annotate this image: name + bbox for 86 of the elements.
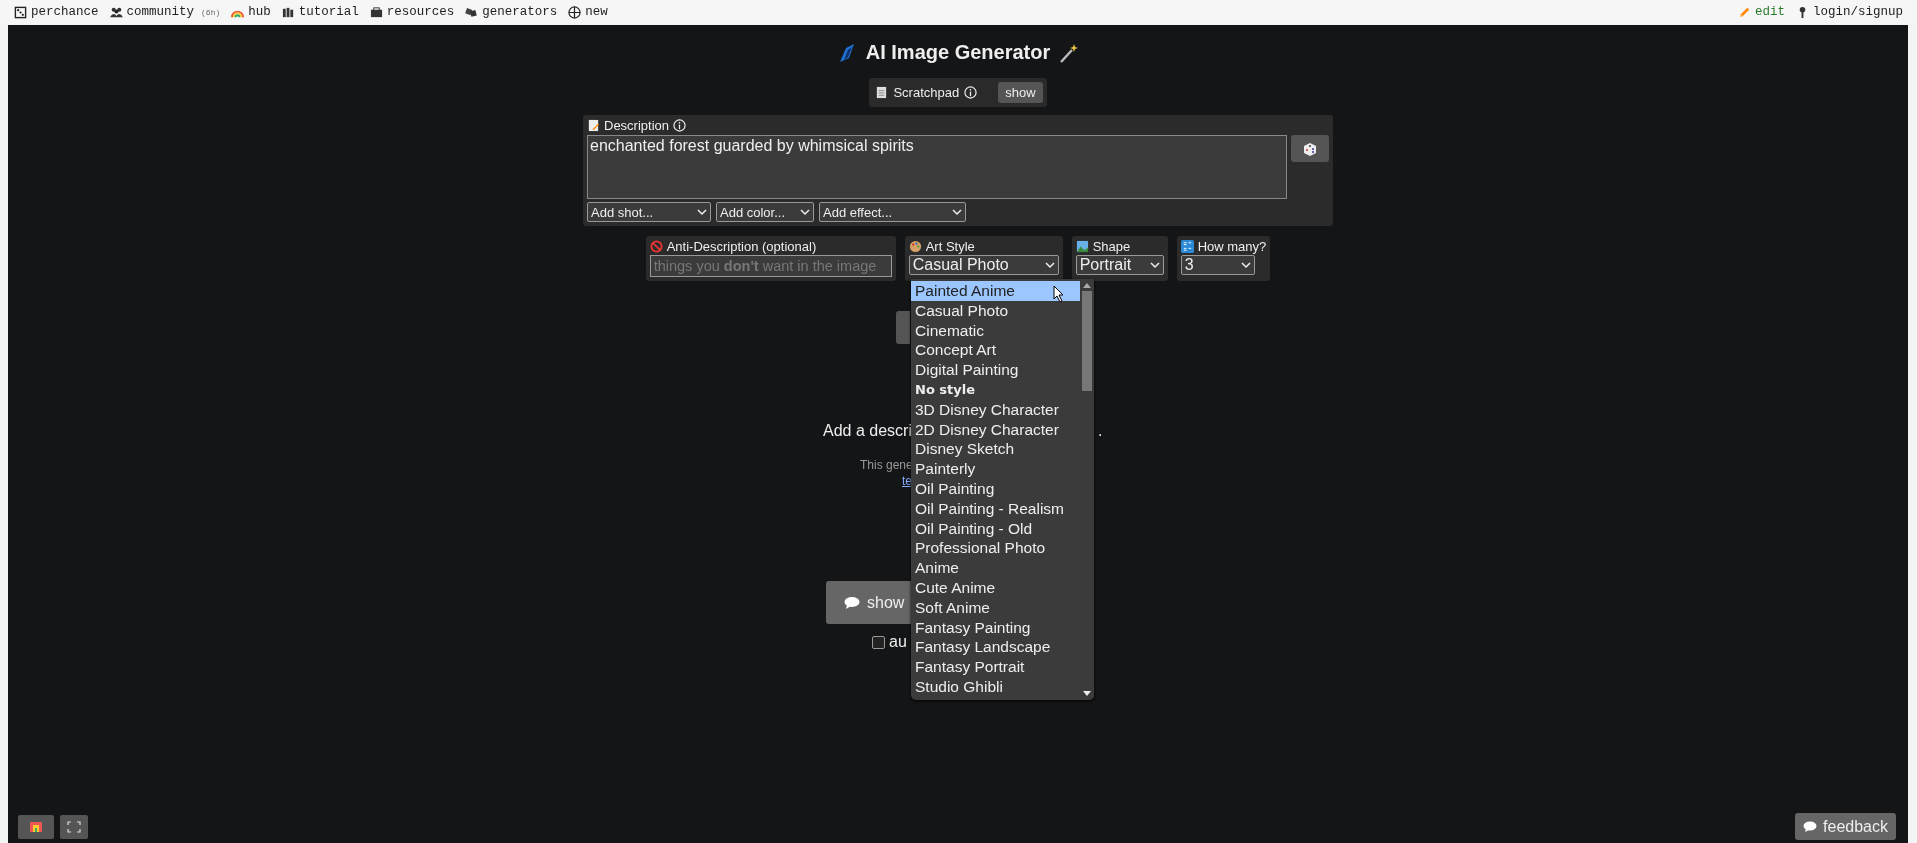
nav-link-icon bbox=[109, 5, 123, 19]
description-label: Description bbox=[604, 118, 670, 133]
list-option[interactable]: Digital Painting bbox=[911, 360, 1080, 380]
caret-icon bbox=[697, 208, 707, 216]
list-option[interactable]: Fantasy Portrait bbox=[911, 657, 1080, 677]
nav-link-icon bbox=[281, 5, 295, 19]
list-option[interactable]: Professional Photo bbox=[911, 538, 1080, 559]
scrollbar[interactable] bbox=[1080, 279, 1094, 700]
list-option[interactable]: Oil Painting bbox=[911, 478, 1080, 499]
scratchpad-label: Scratchpad bbox=[893, 85, 960, 100]
scroll-down-icon[interactable] bbox=[1083, 691, 1091, 697]
count-label: How many? bbox=[1197, 239, 1267, 254]
auto-label: au bbox=[889, 633, 907, 651]
note-link[interactable]: te bbox=[902, 474, 912, 488]
caret-icon bbox=[952, 208, 962, 216]
palette-icon bbox=[908, 240, 922, 253]
prompt-text: Add a descri bbox=[823, 422, 912, 440]
list-option[interactable]: Studio Ghibli bbox=[911, 676, 1080, 697]
list-option[interactable]: Fantasy Painting bbox=[911, 617, 1080, 638]
list-option[interactable]: Oil Painting - Old bbox=[911, 518, 1080, 539]
cursor-icon bbox=[1053, 285, 1065, 303]
list-option[interactable]: Concept Art bbox=[911, 340, 1080, 361]
list-option[interactable]: Cute Anime bbox=[911, 577, 1080, 598]
nav-link[interactable]: perchance bbox=[14, 5, 99, 19]
list-option[interactable]: 2D Disney Character bbox=[911, 419, 1080, 440]
caret-icon bbox=[1240, 261, 1251, 269]
caret-icon bbox=[800, 208, 810, 216]
list-heading[interactable]: No style bbox=[911, 380, 1080, 400]
memo-icon bbox=[587, 119, 600, 132]
nav-link[interactable]: resources bbox=[369, 5, 455, 19]
nav-link[interactable]: generators bbox=[465, 5, 558, 19]
nav-link-icon bbox=[568, 5, 582, 19]
art-style-label: Art Style bbox=[925, 239, 975, 254]
list-option[interactable]: Casual Photo bbox=[911, 300, 1080, 321]
art-style-dropdown[interactable]: Casual Photo bbox=[908, 255, 1059, 275]
nav-link-icon bbox=[369, 5, 383, 19]
rainbow-icon bbox=[29, 820, 43, 833]
gallery-button[interactable] bbox=[18, 814, 54, 839]
info-icon[interactable] bbox=[673, 119, 687, 132]
fullscreen-icon bbox=[67, 820, 81, 833]
activity-time-label: (6h) bbox=[201, 7, 221, 17]
shape-label: Shape bbox=[1092, 239, 1131, 254]
shape-dropdown[interactable]: Portrait bbox=[1075, 255, 1164, 275]
list-option[interactable]: Anime bbox=[911, 558, 1080, 578]
list-option[interactable]: Painted Anime bbox=[911, 281, 1080, 301]
nav-link[interactable]: tutorial bbox=[281, 5, 359, 19]
dropdown[interactable]: Add shot... bbox=[587, 202, 711, 222]
scrollbar-thumb[interactable] bbox=[1082, 291, 1092, 391]
count-dropdown[interactable]: 3 bbox=[1180, 255, 1255, 275]
dice-icon bbox=[1302, 140, 1318, 157]
info-icon[interactable] bbox=[964, 86, 978, 99]
landscape-icon bbox=[1075, 240, 1089, 253]
caret-icon bbox=[1044, 261, 1055, 269]
nav-link-icon bbox=[14, 5, 27, 19]
show-button[interactable]: show bbox=[998, 82, 1043, 103]
pencil-icon bbox=[1737, 5, 1751, 19]
show-comments-button[interactable]: show bbox=[826, 581, 911, 624]
list-option[interactable]: 3D Disney Character bbox=[911, 399, 1080, 420]
nav-link[interactable]: new bbox=[568, 5, 608, 19]
notepad-icon bbox=[875, 86, 889, 99]
speech-bubble-icon bbox=[1803, 821, 1818, 832]
list-option[interactable]: Disney Sketch bbox=[911, 439, 1080, 460]
anti-description-label: Anti-Description (optional) bbox=[666, 239, 817, 254]
list-option[interactable]: Cinematic bbox=[911, 320, 1080, 341]
list-option[interactable]: Painterly bbox=[911, 459, 1080, 479]
nav-link[interactable]: community (6h) bbox=[109, 5, 221, 19]
speech-bubble-icon bbox=[844, 596, 860, 609]
list-option[interactable]: Soft Anime bbox=[911, 597, 1080, 618]
list-option[interactable]: Oil Painting - Realism bbox=[911, 498, 1080, 519]
prompt-text: . bbox=[1098, 422, 1103, 440]
nav-link-icon bbox=[465, 5, 479, 19]
random-button[interactable] bbox=[1291, 135, 1329, 162]
page-title: AI Image Generator bbox=[865, 41, 1051, 64]
nav-link[interactable]: hub bbox=[231, 5, 271, 19]
prohibited-icon bbox=[649, 240, 663, 253]
caret-icon bbox=[1149, 261, 1160, 269]
numbers-icon bbox=[1180, 240, 1194, 253]
nav-link[interactable]: edit bbox=[1737, 5, 1785, 19]
feedback-button[interactable]: feedback bbox=[1795, 813, 1896, 840]
dropdown[interactable]: Add color... bbox=[716, 202, 814, 222]
description-field[interactable]: enchanted forest guarded by whimsical spirits bbox=[587, 135, 1287, 199]
fullscreen-button[interactable] bbox=[60, 814, 88, 839]
list-option[interactable]: Fantasy Landscape bbox=[911, 637, 1080, 658]
dropdown[interactable]: Add effect... bbox=[819, 202, 966, 222]
nav-link[interactable]: login/signup bbox=[1796, 5, 1903, 19]
auto-checkbox[interactable] bbox=[872, 635, 885, 649]
